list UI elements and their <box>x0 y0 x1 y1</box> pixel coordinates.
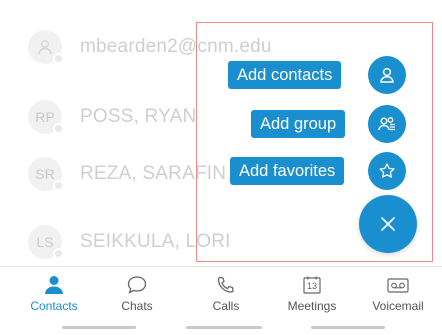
avatar: RP <box>28 100 64 134</box>
tab-meetings[interactable]: 13 Meetings <box>272 267 352 319</box>
phone-icon <box>217 276 234 293</box>
add-favorites-action[interactable]: Add favorites <box>230 157 345 185</box>
person-icon <box>380 67 394 83</box>
tab-voicemail[interactable]: Voicemail <box>358 267 438 319</box>
tab-label: Contacts <box>30 299 78 313</box>
add-favorites-label[interactable]: Add favorites <box>230 157 345 185</box>
bottom-tab-bar: Contacts Chats Calls 13 Meetings Voicema… <box>0 266 442 318</box>
close-icon <box>381 217 395 231</box>
tab-calls[interactable]: Calls <box>186 267 266 319</box>
presence-dot <box>53 248 64 259</box>
add-contacts-button[interactable] <box>368 56 406 94</box>
avatar-initials: RP <box>35 109 55 125</box>
nav-indicators <box>0 326 442 330</box>
tab-label: Meetings <box>287 299 337 313</box>
avatar-initials: SR <box>35 166 55 182</box>
person-placeholder-icon <box>38 40 52 55</box>
contact-name: POSS, RYAN <box>80 106 197 127</box>
tab-label: Chats <box>121 299 153 313</box>
indicator-bar <box>186 326 262 329</box>
chat-bubble-icon <box>127 276 147 294</box>
add-group-label[interactable]: Add group <box>251 110 346 138</box>
add-contacts-action[interactable]: Add contacts <box>228 61 342 89</box>
star-icon <box>379 163 395 178</box>
contacts-screen: mbearden2@cnm.edu RP POSS, RYAN SR REZA,… <box>0 0 442 335</box>
avatar: SR <box>28 157 64 191</box>
presence-dot <box>53 53 64 64</box>
add-contacts-label[interactable]: Add contacts <box>228 61 342 89</box>
presence-dot <box>53 180 64 191</box>
indicator-bar <box>311 326 385 329</box>
group-icon <box>378 117 395 131</box>
presence-dot <box>53 123 64 134</box>
avatar: LS <box>28 225 64 259</box>
calendar-date: 13 <box>306 281 317 291</box>
voicemail-icon <box>387 278 409 293</box>
tab-chats[interactable]: Chats <box>97 267 177 319</box>
tab-label: Voicemail <box>372 299 424 313</box>
avatar-initials: LS <box>36 234 54 250</box>
close-fab-button[interactable] <box>359 195 417 253</box>
person-icon <box>45 276 63 294</box>
add-favorites-button[interactable] <box>368 152 406 190</box>
indicator-bar <box>62 326 136 329</box>
add-group-action[interactable]: Add group <box>251 110 346 138</box>
avatar <box>28 30 64 64</box>
tab-contacts[interactable]: Contacts <box>14 267 94 319</box>
add-group-button[interactable] <box>368 105 406 143</box>
tab-label: Calls <box>212 299 240 313</box>
